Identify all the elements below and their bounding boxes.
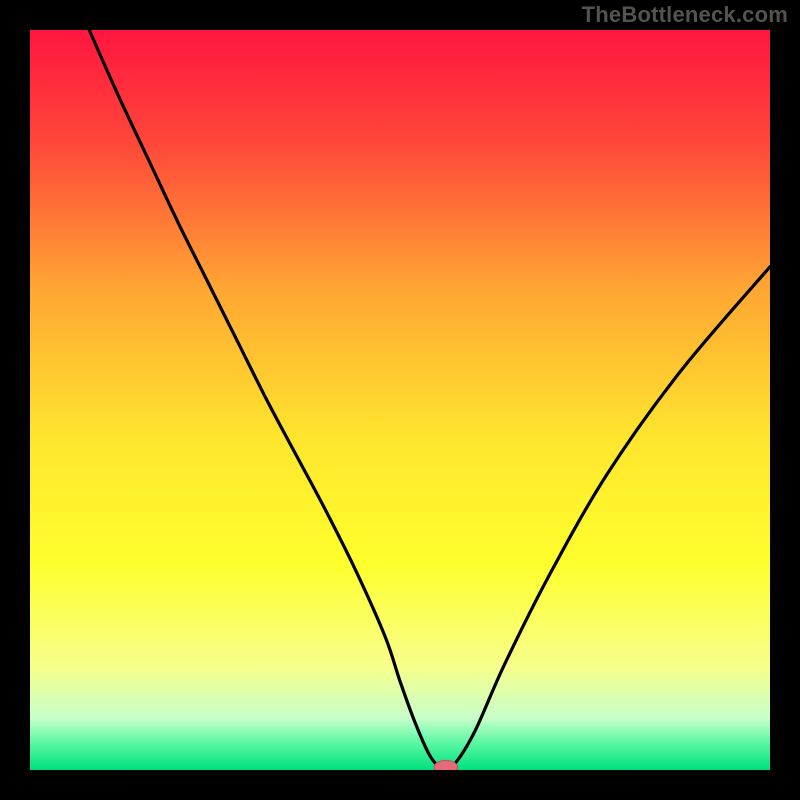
bottleneck-chart (30, 30, 770, 770)
chart-container: TheBottleneck.com (0, 0, 800, 800)
watermark: TheBottleneck.com (582, 2, 788, 28)
plot-area (30, 30, 770, 770)
optimal-marker (434, 760, 458, 770)
